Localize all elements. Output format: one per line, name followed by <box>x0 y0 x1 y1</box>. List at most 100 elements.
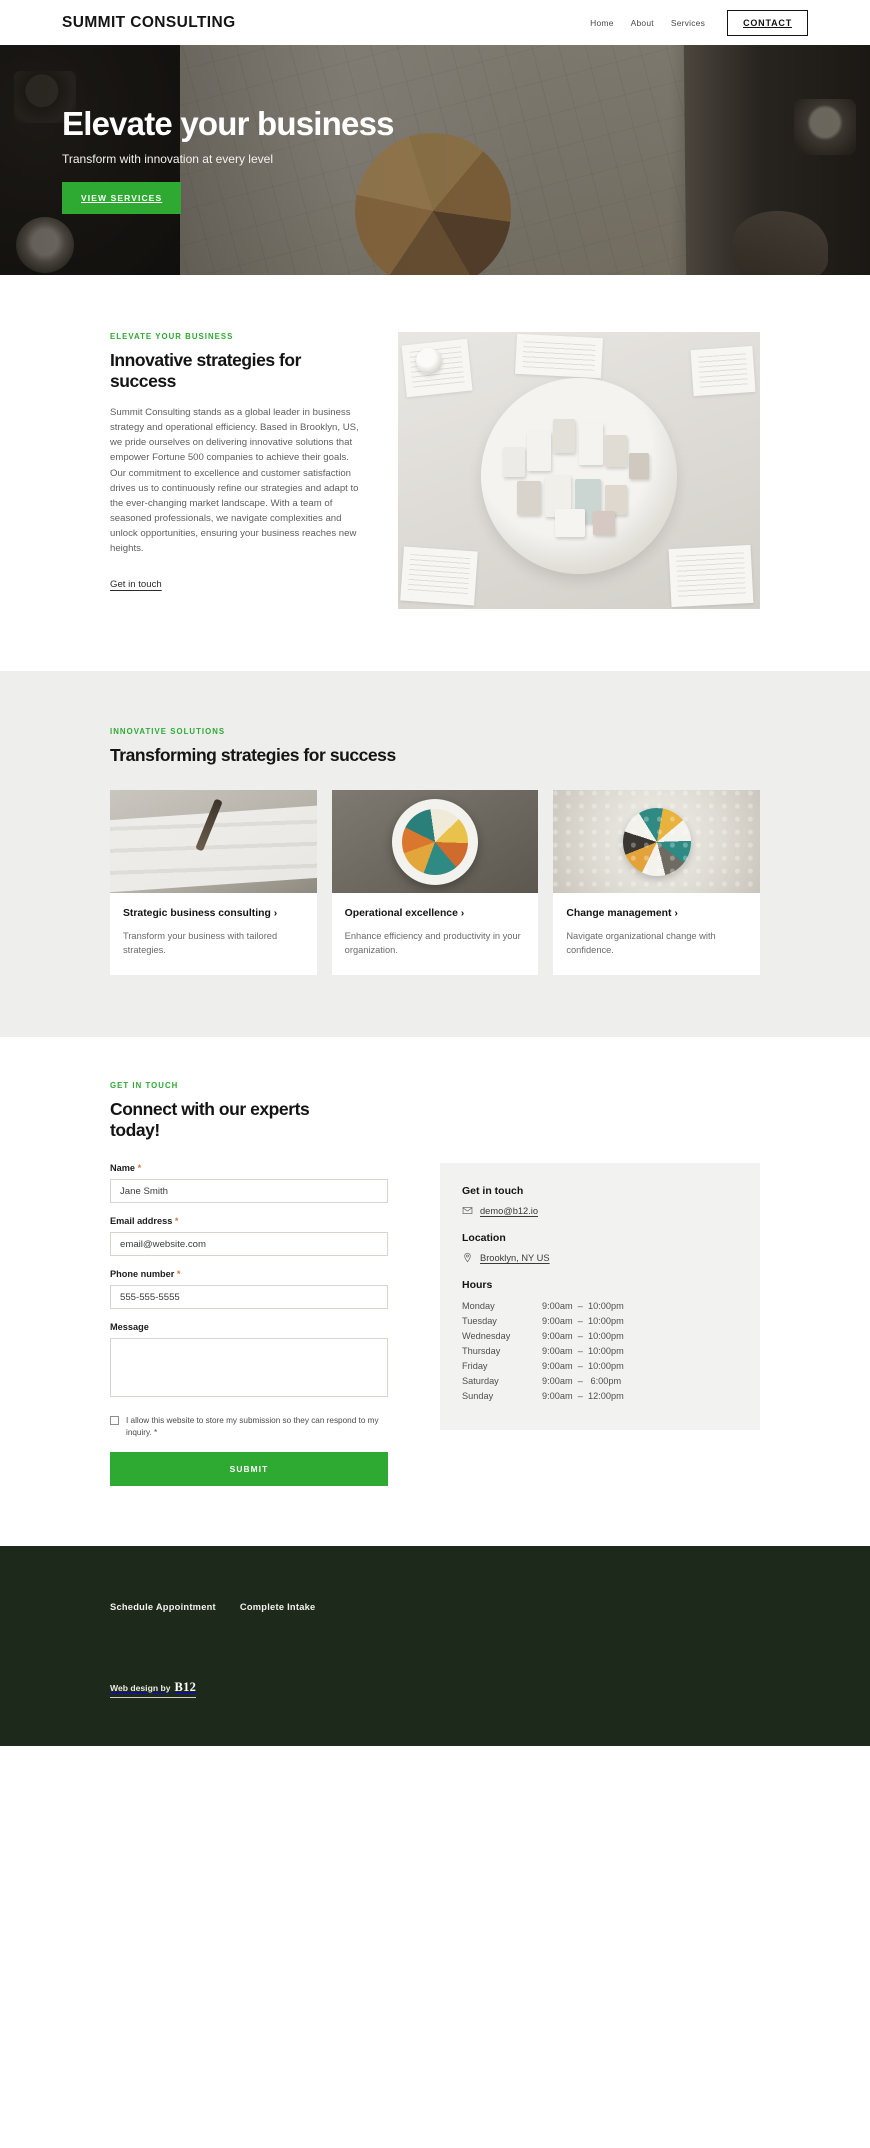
about-section: ELEVATE YOUR BUSINESS Innovative strateg… <box>0 275 870 671</box>
about-heading: Innovative strategies for success <box>110 350 302 391</box>
about-paragraph: Summit Consulting stands as a global lea… <box>110 407 359 555</box>
hours-time: 9:00am – 10:00pm <box>542 1301 624 1312</box>
hours-row: Monday 9:00am – 10:00pm <box>462 1299 738 1314</box>
contact-button[interactable]: CONTACT <box>727 9 808 36</box>
get-in-touch-title: Get in touch <box>462 1185 524 1198</box>
services-header: INNOVATIVE SOLUTIONS Transforming strate… <box>110 727 760 766</box>
hours-day: Thursday <box>462 1346 501 1357</box>
hours-row: Friday 9:00am – 10:00pm <box>462 1359 738 1374</box>
service-card-description: Transform your business with tailored st… <box>123 930 278 955</box>
message-label-text: Message <box>110 1322 149 1333</box>
required-asterisk: * <box>137 1163 142 1174</box>
name-field-group: Name * <box>110 1163 388 1204</box>
hours-row: Saturday 9:00am – 6:00pm <box>462 1374 738 1389</box>
hero-section: Elevate your business Transform with inn… <box>0 45 870 275</box>
name-input[interactable] <box>110 1179 388 1204</box>
hours-time: 9:00am – 10:00pm <box>542 1316 624 1327</box>
about-text-column: ELEVATE YOUR BUSINESS Innovative strateg… <box>110 332 362 592</box>
service-card-title[interactable]: Operational excellence › <box>345 907 526 921</box>
service-card-title[interactable]: Change management › <box>566 907 747 921</box>
contact-header: GET IN TOUCH Connect with our experts to… <box>110 1081 760 1141</box>
get-in-touch-link[interactable]: Get in touch <box>110 579 162 590</box>
consent-label: I allow this website to store my submiss… <box>126 1416 379 1438</box>
nav-item-about[interactable]: About <box>631 18 654 28</box>
email-input[interactable] <box>110 1232 388 1257</box>
phone-field-group: Phone number * <box>110 1269 388 1310</box>
view-services-button[interactable]: VIEW SERVICES <box>62 181 182 214</box>
email-label: Email address * <box>110 1216 388 1226</box>
consent-row[interactable]: I allow this website to store my submiss… <box>110 1415 388 1439</box>
required-asterisk: * <box>174 1216 179 1227</box>
about-image-paper-3 <box>690 345 756 397</box>
service-card-image <box>553 790 761 893</box>
hours-time: 9:00am – 12:00pm <box>542 1390 624 1401</box>
about-image-paper-5 <box>668 544 754 608</box>
email-field-group: Email address * <box>110 1216 388 1257</box>
service-card-image <box>331 790 539 893</box>
hours-row: Thursday 9:00am – 10:00pm <box>462 1344 738 1359</box>
credit-text: Web design by <box>110 1683 171 1694</box>
nav-item-home[interactable]: Home <box>590 18 613 28</box>
complete-intake-link[interactable]: Complete Intake <box>240 1602 316 1612</box>
hours-day: Friday <box>462 1360 488 1371</box>
email-link[interactable]: demo@b12.io <box>480 1206 538 1216</box>
service-card-description: Navigate organizational change with conf… <box>566 930 716 955</box>
message-textarea[interactable] <box>110 1338 388 1398</box>
location-title: Location <box>462 1232 506 1245</box>
required-asterisk: * <box>176 1269 181 1280</box>
submit-button[interactable]: SUBMIT <box>110 1452 388 1487</box>
hours-row: Wednesday 9:00am – 10:00pm <box>462 1329 738 1344</box>
services-card-list: Strategic business consulting › Transfor… <box>110 790 761 976</box>
primary-nav: Home About Services CONTACT <box>590 9 808 36</box>
nav-item-services[interactable]: Services <box>671 18 705 28</box>
brand-logo[interactable]: SUMMIT CONSULTING <box>62 14 236 32</box>
contact-form: Name * Email address * <box>110 1163 388 1487</box>
hours-day: Sunday <box>462 1390 494 1401</box>
footer-link-list: Schedule Appointment Complete Intake <box>110 1602 760 1612</box>
services-section: INNOVATIVE SOLUTIONS Transforming strate… <box>0 671 870 1038</box>
service-card-title[interactable]: Strategic business consulting › <box>123 907 304 921</box>
phone-label-text: Phone number <box>110 1269 175 1280</box>
services-heading: Transforming strategies for success <box>110 745 396 765</box>
message-field-group: Message <box>110 1322 388 1402</box>
envelope-icon <box>462 1207 473 1215</box>
about-image-paper-2 <box>515 333 603 379</box>
hero-subtitle: Transform with innovation at every level <box>62 151 273 166</box>
hours-time: 9:00am – 10:00pm <box>542 1360 624 1371</box>
hours-table: Monday 9:00am – 10:00pm Tuesday 9:00am –… <box>462 1299 738 1403</box>
hours-day: Monday <box>462 1301 495 1312</box>
consent-checkbox[interactable] <box>110 1416 119 1426</box>
about-image-blocks <box>493 401 665 551</box>
site-header: SUMMIT CONSULTING Home About Services CO… <box>0 0 870 45</box>
location-link[interactable]: Brooklyn, NY US <box>480 1253 550 1263</box>
contact-heading: Connect with our experts today! <box>110 1099 310 1141</box>
schedule-appointment-link[interactable]: Schedule Appointment <box>110 1602 216 1612</box>
service-card[interactable]: Change management › Navigate organizatio… <box>553 790 761 976</box>
hours-time: 9:00am – 10:00pm <box>542 1331 624 1342</box>
page-root: SUMMIT CONSULTING Home About Services CO… <box>0 0 870 1747</box>
about-image-paper-4 <box>400 546 478 606</box>
web-design-credit-link[interactable]: Web design by B12 <box>110 1680 197 1699</box>
name-label: Name * <box>110 1163 388 1173</box>
message-label: Message <box>110 1322 388 1332</box>
contact-eyebrow: GET IN TOUCH <box>110 1081 179 1091</box>
about-image <box>398 332 760 609</box>
map-pin-icon <box>464 1253 471 1263</box>
service-card[interactable]: Strategic business consulting › Transfor… <box>110 790 317 976</box>
email-label-text: Email address <box>110 1216 173 1227</box>
services-eyebrow: INNOVATIVE SOLUTIONS <box>110 727 226 736</box>
hours-time: 9:00am – 10:00pm <box>542 1346 624 1357</box>
service-card[interactable]: Operational excellence › Enhance efficie… <box>331 790 539 976</box>
about-eyebrow: ELEVATE YOUR BUSINESS <box>110 332 234 341</box>
b12-logo: B12 <box>174 1680 197 1695</box>
site-footer: Schedule Appointment Complete Intake Web… <box>0 1546 870 1747</box>
hours-title: Hours <box>462 1279 493 1292</box>
email-info-row: demo@b12.io <box>462 1205 738 1216</box>
hours-day: Wednesday <box>462 1331 511 1342</box>
hours-day: Tuesday <box>462 1316 497 1327</box>
contact-section: GET IN TOUCH Connect with our experts to… <box>0 1037 870 1547</box>
name-label-text: Name <box>110 1163 136 1174</box>
phone-input[interactable] <box>110 1285 388 1310</box>
hours-time: 9:00am – 6:00pm <box>542 1375 622 1386</box>
service-card-image <box>110 790 317 893</box>
